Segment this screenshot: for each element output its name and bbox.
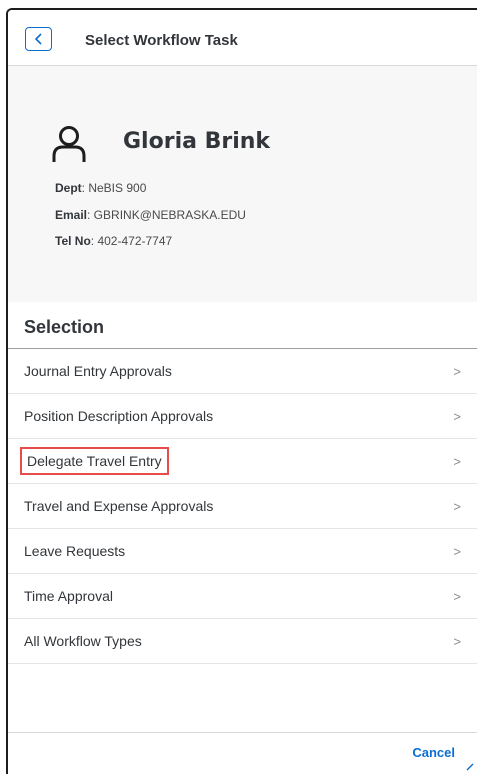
workflow-dialog: Select Workflow Task Gloria Brink Dept: … [6, 8, 477, 774]
dept-label: Dept [55, 181, 82, 195]
list-item-label: Delegate Travel Entry [20, 447, 169, 475]
back-button[interactable] [25, 27, 52, 51]
workflow-list: Journal Entry Approvals > Position Descr… [8, 349, 477, 664]
chevron-right-icon: > [453, 363, 461, 379]
chevron-right-icon: > [453, 408, 461, 424]
list-item-label: Travel and Expense Approvals [24, 498, 214, 514]
chevron-right-icon: > [453, 588, 461, 604]
dialog-footer: Cancel [8, 732, 477, 774]
list-item-journal-entry-approvals[interactable]: Journal Entry Approvals > [8, 349, 477, 394]
cancel-button[interactable]: Cancel [412, 745, 455, 760]
resize-handle-icon[interactable] [466, 763, 474, 771]
list-item-label: Position Description Approvals [24, 408, 214, 424]
list-item-label: Leave Requests [24, 543, 126, 559]
profile-card: Gloria Brink Dept: NeBIS 900 Email: GBRI… [8, 67, 477, 302]
email-value: : GBRINK@NEBRASKA.EDU [87, 208, 246, 222]
list-item-leave-requests[interactable]: Leave Requests > [8, 529, 477, 574]
user-icon [52, 126, 86, 162]
dialog-title: Select Workflow Task [85, 32, 238, 49]
list-item-travel-and-expense-approvals[interactable]: Travel and Expense Approvals > [8, 484, 477, 529]
email-label: Email [55, 208, 88, 222]
list-item-position-description-approvals[interactable]: Position Description Approvals > [8, 394, 477, 439]
list-item-delegate-travel-entry[interactable]: Delegate Travel Entry > [8, 439, 477, 484]
dept-value: : NeBIS 900 [81, 181, 147, 195]
chevron-right-icon: > [453, 498, 461, 514]
dialog-header: Select Workflow Task [8, 10, 477, 66]
tel-value: : 402-472-7747 [90, 234, 173, 248]
tel-label: Tel No [55, 234, 91, 248]
list-item-time-approval[interactable]: Time Approval > [8, 574, 477, 619]
list-item-all-workflow-types[interactable]: All Workflow Types > [8, 619, 477, 664]
chevron-left-icon [34, 33, 42, 45]
selection-title: Selection [24, 317, 105, 337]
list-item-label: Time Approval [24, 588, 113, 604]
tel-info: Tel No: 402-472-7747 [55, 234, 172, 248]
chevron-right-icon: > [453, 453, 461, 469]
person-name: Gloria Brink [123, 129, 271, 154]
dept-info: Dept: NeBIS 900 [55, 181, 146, 195]
chevron-right-icon: > [453, 633, 461, 649]
chevron-right-icon: > [453, 543, 461, 559]
email-info: Email: GBRINK@NEBRASKA.EDU [55, 208, 246, 222]
selection-section: Selection Journal Entry Approvals > Posi… [8, 302, 477, 774]
list-item-label: All Workflow Types [24, 633, 142, 649]
list-item-label: Journal Entry Approvals [24, 363, 172, 379]
